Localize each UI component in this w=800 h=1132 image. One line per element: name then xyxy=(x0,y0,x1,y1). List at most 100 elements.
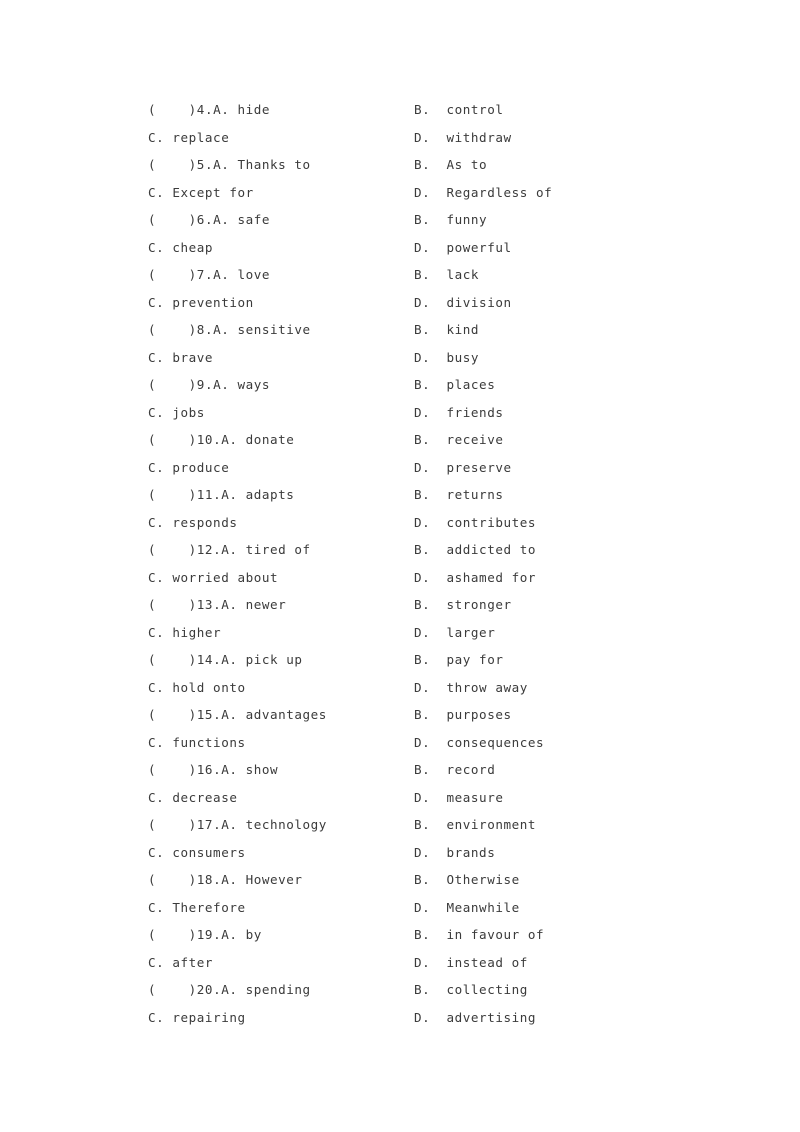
option-a-text[interactable]: by xyxy=(237,927,262,942)
option-d-text[interactable]: busy xyxy=(430,350,479,365)
option-d-text[interactable]: Meanwhile xyxy=(430,900,520,915)
answer-blank-parentheses[interactable]: ( ) xyxy=(148,982,197,997)
option-d-text[interactable]: consequences xyxy=(430,735,544,750)
option-c-text[interactable]: worried about xyxy=(164,570,278,585)
option-a-letter: A. xyxy=(213,267,230,282)
option-b-text[interactable]: As to xyxy=(430,157,487,172)
option-c-text[interactable]: cheap xyxy=(164,240,213,255)
option-b-text[interactable]: in favour of xyxy=(430,927,544,942)
option-c-cell: C. repairing xyxy=(148,1004,414,1032)
answer-blank-parentheses[interactable]: ( ) xyxy=(148,267,197,282)
option-d-text[interactable]: friends xyxy=(430,405,503,420)
answer-blank-parentheses[interactable]: ( ) xyxy=(148,542,197,557)
option-d-letter: D. xyxy=(414,624,431,640)
option-a-letter: A. xyxy=(221,872,238,887)
option-c-text[interactable]: replace xyxy=(164,130,229,145)
option-c-text[interactable]: functions xyxy=(164,735,245,750)
option-a-text[interactable]: Thanks to xyxy=(229,157,310,172)
answer-blank-parentheses[interactable]: ( ) xyxy=(148,872,197,887)
option-a-text[interactable]: show xyxy=(237,762,278,777)
option-b-text[interactable]: stronger xyxy=(430,597,512,612)
option-d-text[interactable]: instead of xyxy=(430,955,528,970)
question-number: 9 xyxy=(196,377,205,392)
answer-blank-parentheses[interactable]: ( ) xyxy=(148,762,197,777)
option-b-text[interactable]: control xyxy=(430,102,503,117)
option-d-text[interactable]: measure xyxy=(430,790,503,805)
answer-blank-parentheses[interactable]: ( ) xyxy=(148,432,197,447)
option-b-text[interactable]: environment xyxy=(430,817,536,832)
answer-blank-parentheses[interactable]: ( ) xyxy=(148,212,197,227)
answer-blank-parentheses[interactable]: ( ) xyxy=(148,817,197,832)
option-c-text[interactable]: jobs xyxy=(164,405,205,420)
option-c-cell: C. Therefore xyxy=(148,894,414,922)
answer-blank-parentheses[interactable]: ( ) xyxy=(148,322,197,337)
option-a-cell: ( )7.A. love xyxy=(148,261,414,289)
option-a-text[interactable]: spending xyxy=(237,982,311,997)
option-d-text[interactable]: advertising xyxy=(430,1010,536,1025)
option-b-text[interactable]: returns xyxy=(430,487,503,502)
option-a-text[interactable]: However xyxy=(237,872,302,887)
option-b-text[interactable]: lack xyxy=(430,267,479,282)
option-a-text[interactable]: tired of xyxy=(237,542,311,557)
option-c-text[interactable]: decrease xyxy=(164,790,237,805)
option-c-text[interactable]: produce xyxy=(164,460,229,475)
answer-blank-parentheses[interactable]: ( ) xyxy=(148,597,197,612)
option-a-text[interactable]: donate xyxy=(237,432,294,447)
option-d-text[interactable]: ashamed for xyxy=(430,570,536,585)
option-a-text[interactable]: safe xyxy=(229,212,270,227)
option-c-text[interactable]: after xyxy=(164,955,213,970)
option-a-text[interactable]: adapts xyxy=(237,487,294,502)
option-b-text[interactable]: funny xyxy=(430,212,487,227)
answer-blank-parentheses[interactable]: ( ) xyxy=(148,102,197,117)
option-d-cell: D. busy xyxy=(414,344,668,372)
option-b-cell: B. returns xyxy=(414,481,668,509)
option-b-text[interactable]: Otherwise xyxy=(430,872,520,887)
option-d-cell: D. friends xyxy=(414,399,668,427)
option-d-text[interactable]: preserve xyxy=(430,460,512,475)
option-b-text[interactable]: record xyxy=(430,762,495,777)
option-b-cell: B. receive xyxy=(414,426,668,454)
option-d-text[interactable]: larger xyxy=(430,625,495,640)
option-c-text[interactable]: repairing xyxy=(164,1010,245,1025)
answer-blank-parentheses[interactable]: ( ) xyxy=(148,157,197,172)
option-b-text[interactable]: places xyxy=(430,377,495,392)
option-d-text[interactable]: brands xyxy=(430,845,495,860)
question-number: 5 xyxy=(196,157,205,172)
option-b-text[interactable]: purposes xyxy=(430,707,512,722)
option-d-text[interactable]: division xyxy=(430,295,512,310)
answer-blank-parentheses[interactable]: ( ) xyxy=(148,707,197,722)
option-d-text[interactable]: contributes xyxy=(430,515,536,530)
option-c-text[interactable]: Therefore xyxy=(164,900,245,915)
option-b-text[interactable]: collecting xyxy=(430,982,528,997)
option-d-letter: D. xyxy=(414,844,431,860)
option-b-text[interactable]: pay for xyxy=(430,652,503,667)
option-b-text[interactable]: receive xyxy=(430,432,503,447)
option-a-text[interactable]: technology xyxy=(237,817,327,832)
option-c-text[interactable]: higher xyxy=(164,625,221,640)
answer-blank-parentheses[interactable]: ( ) xyxy=(148,377,197,392)
option-a-text[interactable]: sensitive xyxy=(229,322,310,337)
option-b-text[interactable]: addicted to xyxy=(430,542,536,557)
option-a-text[interactable]: pick up xyxy=(237,652,302,667)
option-a-text[interactable]: newer xyxy=(237,597,286,612)
option-d-text[interactable]: Regardless of xyxy=(430,185,552,200)
option-c-text[interactable]: Except for xyxy=(164,185,253,200)
answer-blank-parentheses[interactable]: ( ) xyxy=(148,652,197,667)
option-c-cell: C. higher xyxy=(148,619,414,647)
option-a-text[interactable]: hide xyxy=(229,102,270,117)
answer-blank-parentheses[interactable]: ( ) xyxy=(148,487,197,502)
option-b-text[interactable]: kind xyxy=(430,322,479,337)
option-d-text[interactable]: powerful xyxy=(430,240,512,255)
option-a-text[interactable]: advantages xyxy=(237,707,327,722)
option-c-text[interactable]: hold onto xyxy=(164,680,245,695)
answer-blank-parentheses[interactable]: ( ) xyxy=(148,927,197,942)
option-c-text[interactable]: brave xyxy=(164,350,213,365)
option-d-text[interactable]: throw away xyxy=(430,680,528,695)
option-d-text[interactable]: withdraw xyxy=(430,130,512,145)
option-c-text[interactable]: consumers xyxy=(164,845,245,860)
option-a-text[interactable]: ways xyxy=(229,377,270,392)
option-c-text[interactable]: responds xyxy=(164,515,237,530)
option-b-letter: B. xyxy=(414,542,431,557)
option-c-text[interactable]: prevention xyxy=(164,295,253,310)
option-a-text[interactable]: love xyxy=(229,267,270,282)
